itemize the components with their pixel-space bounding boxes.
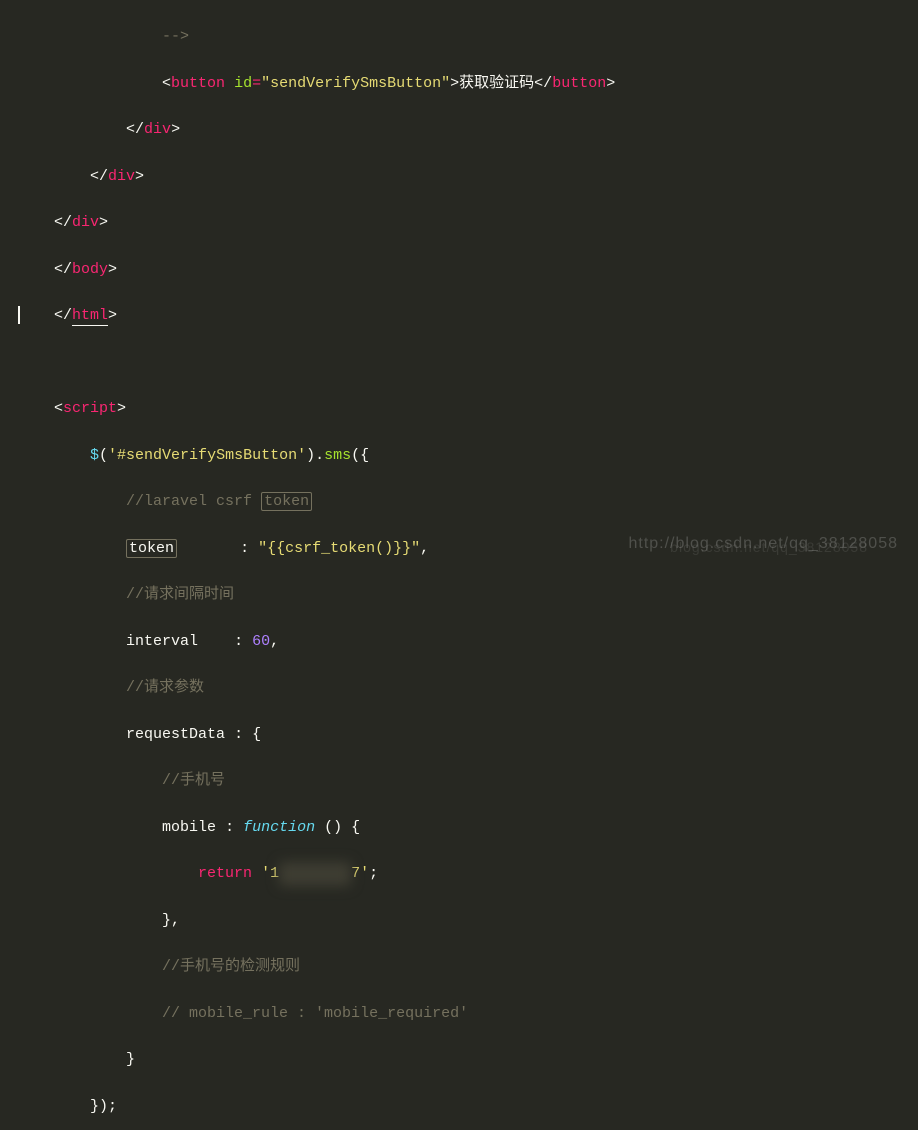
- code-line: <button id="sendVerifySmsButton">获取验证码</…: [0, 72, 918, 95]
- code-line: //手机号的检测规则: [0, 955, 918, 978]
- code-line: });: [0, 1095, 918, 1118]
- code-line: interval : 60,: [0, 630, 918, 653]
- code-editor[interactable]: --> <button id="sendVerifySmsButton">获取验…: [0, 0, 918, 1130]
- code-line: </body>: [0, 258, 918, 281]
- code-line: <script>: [0, 397, 918, 420]
- redacted-text: xxxxxxxx: [279, 862, 351, 885]
- code-line: //laravel csrf token: [0, 490, 918, 513]
- code-line: </html>: [0, 304, 918, 327]
- code-line: // mobile_rule : 'mobile_required': [0, 1002, 918, 1025]
- code-line: requestData : {: [0, 723, 918, 746]
- code-line: -->: [0, 25, 918, 48]
- watermark: http://blog.csdn.net/qq_38128058: [628, 532, 898, 557]
- code-line: mobile : function () {: [0, 816, 918, 839]
- code-line: //请求参数: [0, 676, 918, 699]
- code-line: $('#sendVerifySmsButton').sms({: [0, 444, 918, 467]
- code-line: //请求间隔时间: [0, 583, 918, 606]
- code-line: return '1xxxxxxxx7';: [0, 862, 918, 885]
- code-line: [0, 351, 918, 374]
- code-line: </div>: [0, 118, 918, 141]
- code-line: </div>: [0, 211, 918, 234]
- code-line: }: [0, 1048, 918, 1071]
- cursor: [18, 306, 20, 324]
- code-line: </div>: [0, 165, 918, 188]
- code-line: },: [0, 909, 918, 932]
- code-line: //手机号: [0, 769, 918, 792]
